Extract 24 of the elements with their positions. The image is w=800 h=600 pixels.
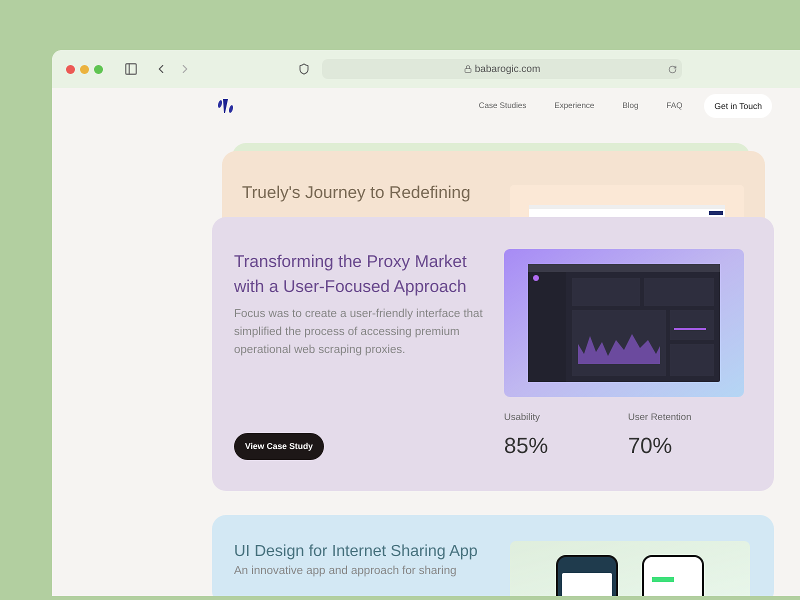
shield-icon[interactable] — [298, 63, 310, 75]
url-text: babarogic.com — [474, 62, 540, 76]
nav-link[interactable]: Experience — [554, 100, 594, 112]
nav-link[interactable]: FAQ — [666, 100, 682, 112]
lock-icon — [464, 65, 472, 73]
case-study-title: Transforming the Proxy Market with a User-Focused Approach — [234, 251, 468, 298]
get-in-touch-button[interactable]: Get in Touch — [704, 94, 772, 118]
nav-link[interactable]: Blog — [622, 100, 638, 112]
case-study-title: UI Design for Internet Sharing App — [234, 542, 479, 562]
stat-value: 70% — [628, 432, 674, 460]
stat-value: 85% — [504, 432, 550, 460]
address-bar[interactable]: babarogic.com — [322, 59, 682, 79]
sidebar-icon[interactable] — [124, 62, 138, 76]
case-study-description: Focus was to create a user-friendly interface that simplified the process of accessing premium operational web scraping proxies. — [234, 307, 484, 358]
case-study-description: An innovative app and approach for sharing — [234, 564, 458, 579]
view-case-study-button[interactable]: View Case Study — [234, 433, 324, 460]
stat-label: User Retention — [628, 411, 692, 425]
stat-label: Usability — [504, 411, 541, 425]
phone-drawing — [642, 555, 704, 596]
reload-icon[interactable] — [668, 64, 677, 74]
case-study-title: Truely's Journey to Redefining — [242, 182, 472, 204]
phone-drawing — [556, 555, 618, 596]
logo-icon[interactable] — [216, 96, 236, 116]
nav-link[interactable]: Case Studies — [478, 100, 526, 112]
